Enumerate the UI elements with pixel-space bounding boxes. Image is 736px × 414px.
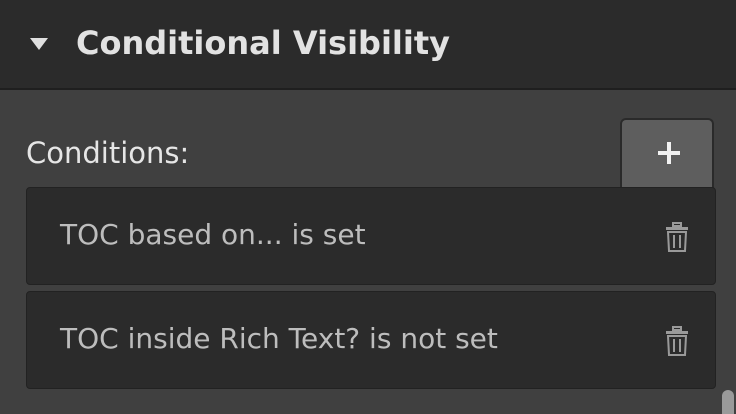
add-condition-button[interactable] — [620, 118, 714, 188]
condition-text: TOC inside Rich Text? is not set — [60, 322, 498, 355]
caret-down-icon[interactable] — [30, 38, 48, 50]
condition-text: TOC based on... is set — [60, 218, 366, 251]
scrollbar-thumb[interactable] — [722, 390, 734, 414]
conditions-list: TOC based on... is set TOC inside Rich T… — [26, 187, 716, 395]
trash-icon[interactable] — [665, 222, 689, 252]
section-title: Conditional Visibility — [76, 24, 451, 62]
condition-item[interactable]: TOC based on... is set — [26, 187, 716, 285]
conditional-visibility-panel: Conditional Visibility Conditions: TOC b… — [0, 0, 736, 414]
conditions-label: Conditions: — [26, 136, 190, 170]
section-header[interactable]: Conditional Visibility — [0, 0, 736, 90]
condition-item[interactable]: TOC inside Rich Text? is not set — [26, 291, 716, 389]
trash-icon[interactable] — [665, 326, 689, 356]
